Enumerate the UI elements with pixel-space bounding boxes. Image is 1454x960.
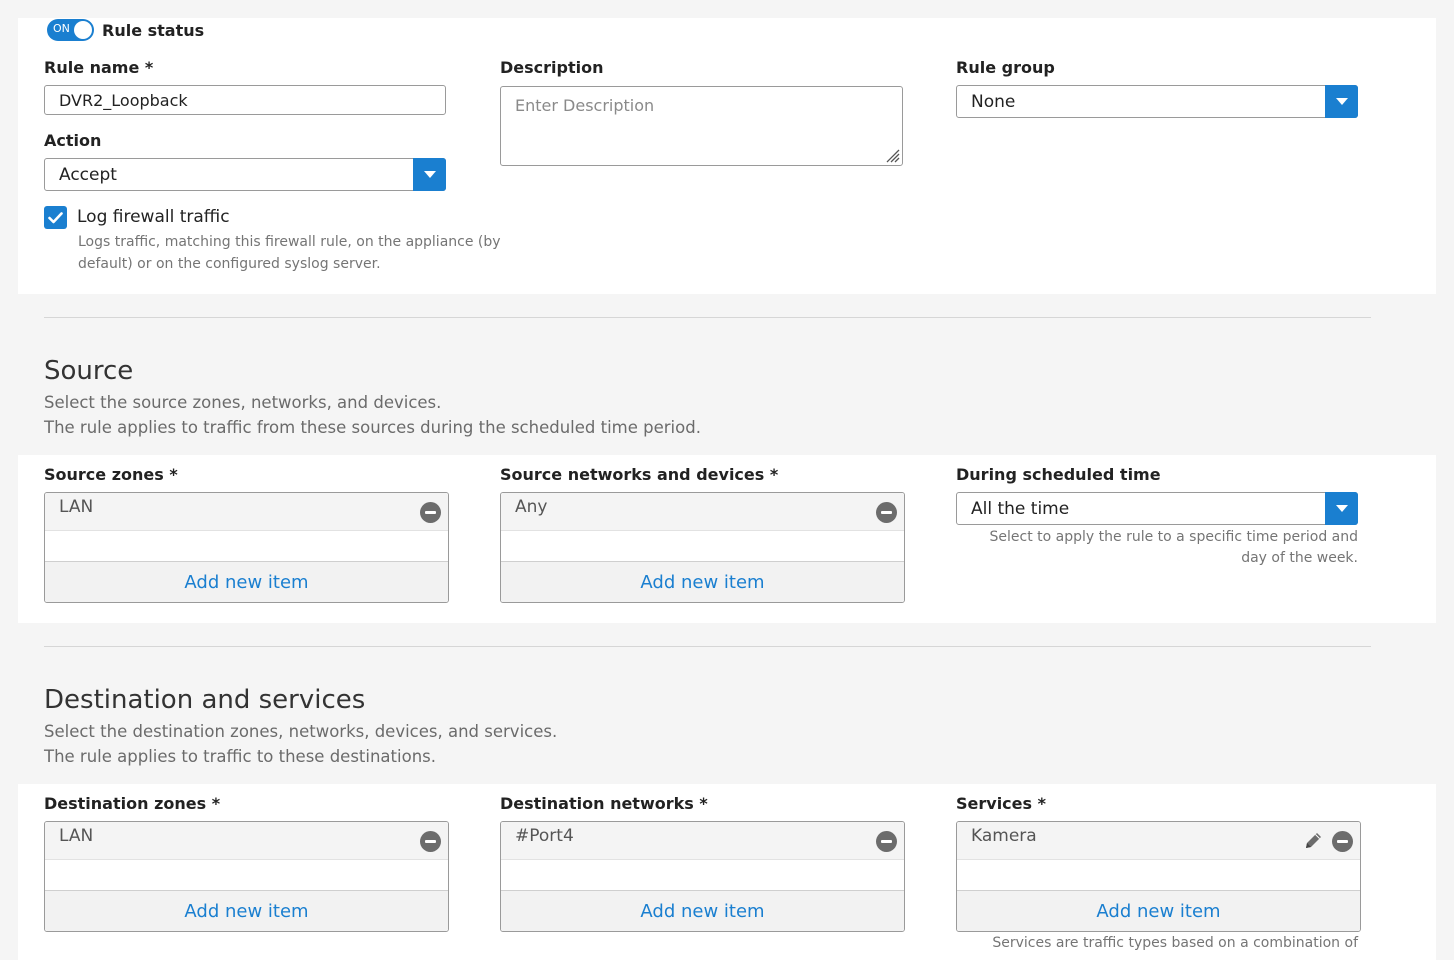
services-list: Kamera Add new item	[956, 821, 1361, 932]
rule-status-label: Rule status	[102, 21, 205, 40]
remove-icon[interactable]	[1332, 831, 1353, 852]
dropdown-arrow-icon[interactable]	[1325, 492, 1358, 525]
source-desc-2: The rule applies to traffic from these s…	[44, 418, 701, 437]
action-select[interactable]: Accept	[44, 158, 446, 191]
log-traffic-checkbox[interactable]	[44, 206, 67, 229]
add-new-item-button[interactable]: Add new item	[45, 890, 448, 931]
rule-name-label: Rule name *	[44, 58, 154, 77]
log-traffic-help-2: default) or on the configured syslog ser…	[78, 256, 381, 272]
schedule-help-1: Select to apply the rule to a specific t…	[989, 529, 1358, 545]
schedule-value: All the time	[971, 498, 1070, 519]
toggle-knob	[74, 21, 92, 39]
destination-networks-list: #Port4 Add new item	[500, 821, 905, 932]
destination-desc-2: The rule applies to traffic to these des…	[44, 747, 436, 766]
destination-desc-1: Select the destination zones, networks, …	[44, 722, 558, 741]
schedule-select[interactable]: All the time	[956, 492, 1358, 525]
list-item-text: #Port4	[515, 826, 574, 846]
list-item: Any	[501, 493, 904, 531]
remove-icon[interactable]	[420, 502, 441, 523]
source-networks-list: Any Add new item	[500, 492, 905, 603]
description-textarea[interactable]: Enter Description	[500, 86, 903, 166]
schedule-label: During scheduled time	[956, 465, 1161, 484]
list-item-text: Kamera	[971, 826, 1037, 846]
action-value: Accept	[59, 164, 117, 185]
remove-icon[interactable]	[876, 831, 897, 852]
add-new-item-button[interactable]: Add new item	[45, 561, 448, 602]
action-label: Action	[44, 131, 102, 150]
services-label: Services *	[956, 794, 1046, 813]
log-traffic-label: Log firewall traffic	[77, 207, 230, 227]
source-zones-label: Source zones *	[44, 465, 178, 484]
rule-group-value: None	[971, 91, 1016, 112]
rule-status-toggle[interactable]: ON	[47, 19, 94, 41]
add-new-item-button[interactable]: Add new item	[501, 561, 904, 602]
remove-icon[interactable]	[876, 502, 897, 523]
section-divider	[44, 317, 1371, 318]
resize-grip-icon[interactable]	[884, 147, 900, 163]
list-item-text: Any	[515, 497, 548, 517]
list-item-text: LAN	[59, 826, 94, 846]
source-networks-label: Source networks and devices *	[500, 465, 779, 484]
schedule-help-2: day of the week.	[1241, 550, 1358, 566]
list-item: #Port4	[501, 822, 904, 860]
add-new-item-button[interactable]: Add new item	[501, 890, 904, 931]
edit-pencil-icon[interactable]	[1302, 830, 1324, 852]
list-item: LAN	[45, 822, 448, 860]
destination-networks-label: Destination networks *	[500, 794, 708, 813]
source-zones-list: LAN Add new item	[44, 492, 449, 603]
log-traffic-help-1: Logs traffic, matching this firewall rul…	[78, 234, 501, 250]
source-title: Source	[44, 356, 134, 386]
add-new-item-button[interactable]: Add new item	[957, 890, 1360, 931]
rule-group-label: Rule group	[956, 58, 1055, 77]
source-desc-1: Select the source zones, networks, and d…	[44, 393, 442, 412]
list-item-text: LAN	[59, 497, 94, 517]
list-item: Kamera	[957, 822, 1360, 860]
check-icon	[48, 211, 63, 223]
dropdown-arrow-icon[interactable]	[1325, 85, 1358, 118]
description-placeholder: Enter Description	[515, 96, 655, 115]
section-divider	[44, 646, 1371, 647]
remove-icon[interactable]	[420, 831, 441, 852]
rule-name-value: DVR2_Loopback	[59, 90, 188, 110]
description-label: Description	[500, 58, 604, 77]
rule-group-select[interactable]: None	[956, 85, 1358, 118]
destination-zones-list: LAN Add new item	[44, 821, 449, 932]
destination-title: Destination and services	[44, 685, 366, 715]
dropdown-arrow-icon[interactable]	[413, 158, 446, 191]
destination-zones-label: Destination zones *	[44, 794, 221, 813]
list-item: LAN	[45, 493, 448, 531]
toggle-text: ON	[53, 22, 70, 35]
rule-name-input[interactable]: DVR2_Loopback	[44, 85, 446, 115]
services-help: Services are traffic types based on a co…	[992, 935, 1358, 951]
